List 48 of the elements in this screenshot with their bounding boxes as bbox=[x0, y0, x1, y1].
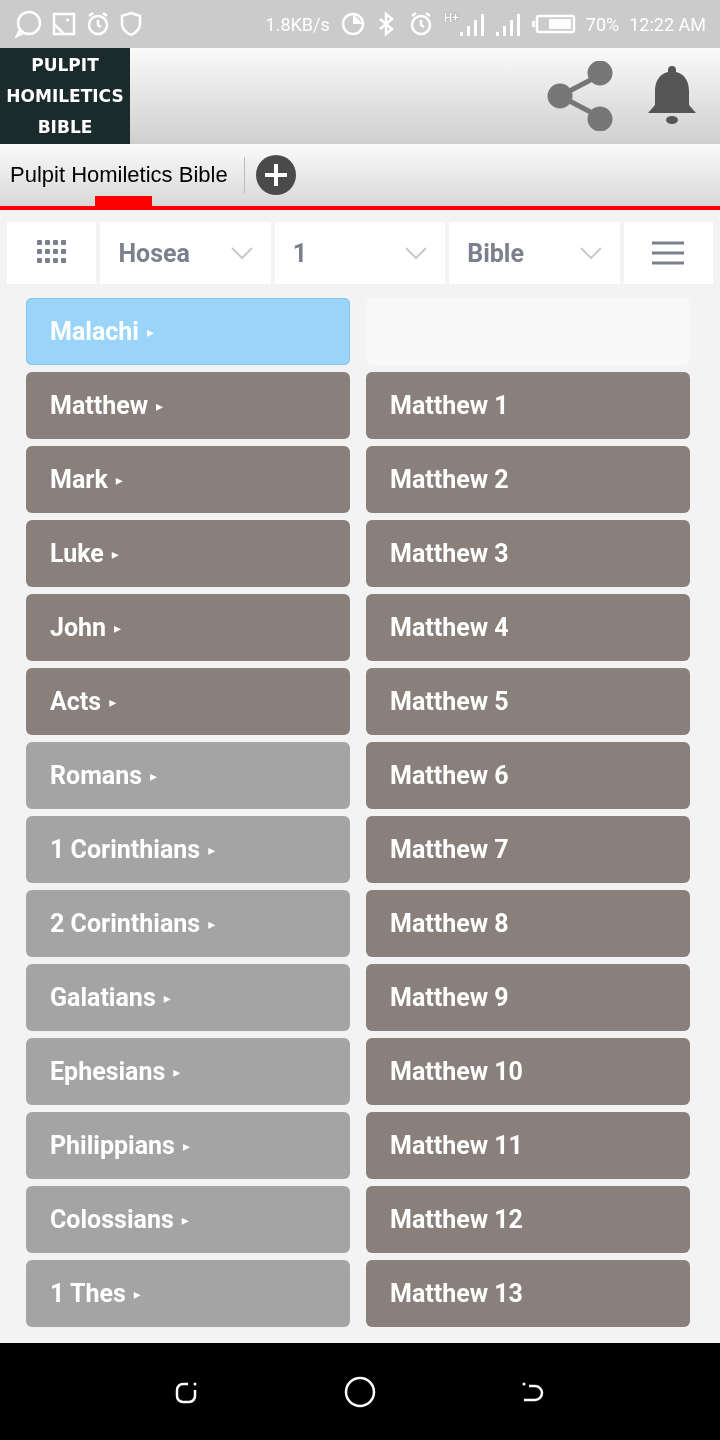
chapter-item[interactable]: Matthew 6 bbox=[366, 742, 690, 809]
chevron-down-icon bbox=[405, 246, 428, 260]
signal-icon bbox=[495, 12, 522, 36]
chapter-item[interactable]: Matthew 11 bbox=[366, 1112, 690, 1179]
chapter-item[interactable]: Matthew 1 bbox=[366, 372, 690, 439]
chapter-item[interactable]: Matthew 5 bbox=[366, 668, 690, 735]
book-item[interactable]: Romans ▸ bbox=[26, 742, 350, 809]
dropdown[interactable]: Bible bbox=[449, 222, 620, 284]
chapter-item[interactable]: Matthew 2 bbox=[366, 446, 690, 513]
chapter-item[interactable]: Matthew 3 bbox=[366, 520, 690, 587]
book-item[interactable]: 1 Thes ▸ bbox=[26, 1260, 350, 1327]
book-item[interactable]: Galatians ▸ bbox=[26, 964, 350, 1031]
data-saver-icon bbox=[339, 11, 366, 37]
battery-icon bbox=[531, 14, 576, 34]
grid-menu-button[interactable] bbox=[7, 222, 97, 284]
book-item[interactable]: Philippians ▸ bbox=[26, 1112, 350, 1179]
book-item[interactable]: Ephesians ▸ bbox=[26, 1038, 350, 1105]
menu-button[interactable] bbox=[623, 222, 713, 284]
image-icon bbox=[52, 12, 76, 36]
chapter-item[interactable]: Matthew 12 bbox=[366, 1186, 690, 1253]
home-icon[interactable] bbox=[344, 1375, 376, 1408]
chapter-item[interactable]: Matthew 7 bbox=[366, 816, 690, 883]
book-item[interactable]: Colossians ▸ bbox=[26, 1186, 350, 1253]
chapter-item[interactable]: Matthew 8 bbox=[366, 890, 690, 957]
chapter-item[interactable]: Matthew 13 bbox=[366, 1260, 690, 1327]
share-icon[interactable] bbox=[546, 61, 614, 131]
grid-icon bbox=[36, 240, 67, 266]
book-item[interactable]: Acts ▸ bbox=[26, 668, 350, 735]
app-logo: PULPIT HOMILETICS BIBLE bbox=[0, 48, 130, 144]
dropdown[interactable]: Hosea bbox=[100, 222, 271, 284]
chevron-down-icon bbox=[579, 246, 602, 260]
chapter-item[interactable]: Matthew 10 bbox=[366, 1038, 690, 1105]
dropdown[interactable]: 1 bbox=[274, 222, 446, 284]
chevron-down-icon bbox=[230, 246, 253, 260]
book-item[interactable]: John ▸ bbox=[26, 594, 350, 661]
chapter-item[interactable]: Matthew 4 bbox=[366, 594, 690, 661]
add-tab-icon[interactable] bbox=[254, 154, 297, 196]
book-item[interactable]: Luke ▸ bbox=[26, 520, 350, 587]
book-item[interactable]: 2 Corinthians ▸ bbox=[26, 890, 350, 957]
book-item[interactable]: Mark ▸ bbox=[26, 446, 350, 513]
book-item[interactable]: 1 Corinthians ▸ bbox=[26, 816, 350, 883]
alarm-icon bbox=[86, 11, 110, 37]
signal-icon bbox=[459, 12, 486, 36]
shield-icon bbox=[120, 11, 142, 37]
book-item[interactable]: Matthew ▸ bbox=[26, 372, 350, 439]
chapter-item[interactable]: Matthew 9 bbox=[366, 964, 690, 1031]
menu-icon bbox=[652, 241, 685, 265]
chat-icon bbox=[14, 10, 42, 38]
